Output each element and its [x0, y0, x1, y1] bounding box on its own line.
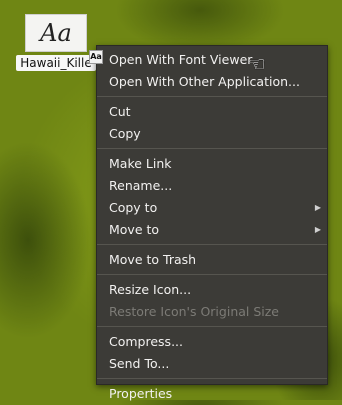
font-file-badge-icon: Aa [89, 50, 103, 64]
desktop-icon-label[interactable]: Hawaii_Kille [16, 55, 96, 71]
menu-item-move-to-trash[interactable]: Move to Trash [97, 249, 327, 271]
menu-item-copy[interactable]: Copy [97, 123, 327, 145]
menu-item-open-with-font-viewer[interactable]: Open With Font Viewer [97, 49, 327, 71]
menu-separator [97, 378, 327, 379]
menu-item-restore-icon-size: Restore Icon's Original Size [109, 304, 280, 319]
menu-separator [97, 96, 327, 97]
font-file-icon[interactable]: Aa [25, 14, 87, 52]
menu-separator [97, 274, 327, 275]
menu-item-make-link[interactable]: Make Link [97, 153, 327, 175]
menu-item-cut[interactable]: Cut [97, 101, 327, 123]
submenu-arrow-icon: ▶ [314, 203, 321, 212]
menu-separator [97, 244, 327, 245]
submenu-arrow-icon: ▶ [314, 225, 321, 234]
menu-item-send-to[interactable]: Send To... [97, 353, 327, 375]
context-menu: Open With Font Viewer Open With Other Ap… [96, 45, 328, 401]
font-preview-text: Aa [40, 19, 72, 47]
menu-item-copy-to[interactable]: Copy to ▶ [97, 197, 327, 219]
pointing-hand-cursor-icon: ☜ [248, 52, 266, 76]
menu-separator [97, 148, 327, 149]
menu-separator [97, 326, 327, 327]
menu-item-move-to[interactable]: Move to ▶ [97, 219, 327, 241]
menu-item-resize-icon[interactable]: Resize Icon... [97, 279, 327, 301]
menu-item-properties[interactable]: Properties [97, 383, 327, 405]
menu-item-compress[interactable]: Compress... [97, 331, 327, 353]
menu-item-rename[interactable]: Rename... [97, 175, 327, 197]
menu-item-open-with-other-application[interactable]: Open With Other Application... [97, 71, 327, 93]
